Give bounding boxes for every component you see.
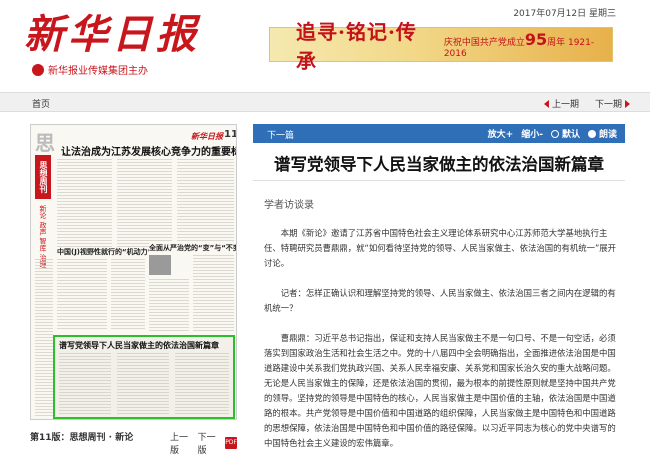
banner-number: 95 xyxy=(524,30,548,49)
thumbnail-headline-3[interactable]: 全面从严治党的“变”与“不变” xyxy=(149,243,236,253)
banner-main-text: 追寻·铭记·传承 xyxy=(296,19,417,73)
text-column xyxy=(149,279,189,331)
article-paragraph: 曹鼎鼎：习近平总书记指出，保证和支持人民当家做主不是一句口号、不是一句空话，必须… xyxy=(264,333,616,448)
home-link[interactable]: 首页 xyxy=(32,97,50,110)
thumbnail-section-band: 思想周刊 xyxy=(35,155,51,199)
thumbnail-photo xyxy=(149,255,171,275)
article-paragraph: 记者：怎样正确认识和理解坚持党的领导、人民当家做主、依法治国三者之间内在逻辑的有… xyxy=(264,288,616,313)
pdf-icon[interactable]: PDF xyxy=(225,437,237,449)
default-size-button[interactable]: 默认 xyxy=(550,127,580,140)
globe-icon xyxy=(32,63,44,76)
thumbnail-page-number: 11 xyxy=(224,129,237,140)
prev-page-link[interactable]: 上一版 xyxy=(170,430,192,456)
article-body: 本期《新论》邀请了江苏省中国特色社会主义理论体系研究中心江苏师范大学基地执行主任… xyxy=(264,226,619,451)
issue-date: 2017年07月12日 星期三 xyxy=(513,9,616,19)
newspaper-logo[interactable]: 新华日报 xyxy=(24,2,200,60)
text-column xyxy=(111,259,145,331)
text-column xyxy=(35,259,53,417)
arrow-left-icon xyxy=(543,99,549,108)
thumbnail-main-headline[interactable]: 让法治成为江苏发展核心竞争力的重要标志 xyxy=(61,143,236,158)
arrow-right-icon xyxy=(625,99,630,108)
text-column xyxy=(117,159,172,249)
page-navigation: 上一版 下一版 PDF xyxy=(170,430,237,456)
highlighted-headline: 谱写党领导下人民当家做主的依法治国新篇章 xyxy=(59,341,219,350)
highlighted-article-region[interactable]: 谱写党领导下人民当家做主的依法治国新篇章 xyxy=(53,335,235,419)
thumbnail-page-char: 思 xyxy=(35,131,55,155)
text-column xyxy=(57,159,112,249)
text-column xyxy=(175,353,229,415)
next-issue-link[interactable]: 下一期 xyxy=(595,97,630,110)
title-divider xyxy=(253,180,625,181)
zoom-out-button[interactable]: 缩小- xyxy=(521,127,543,140)
article-paragraph: 本期《新论》邀请了江苏省中国特色社会主义理论体系研究中心江苏师范大学基地执行主任… xyxy=(264,228,617,268)
read-aloud-button[interactable]: 朗读 xyxy=(587,127,617,140)
issue-section-label: 第11版：思想周刊 · 新论 xyxy=(30,433,134,443)
text-column xyxy=(57,259,107,331)
top-navbar: 首页 上一期 下一期 xyxy=(0,92,650,112)
thumbnail-logo: 新华日报 xyxy=(191,132,223,141)
commemoration-banner[interactable]: 追寻·铭记·传承 庆祝中国共产党成立95周年 1921-2016 xyxy=(269,20,613,73)
article-subtitle: 学者访谈录 xyxy=(264,200,314,211)
next-page-link[interactable]: 下一版 xyxy=(198,430,220,456)
article-title: 谱写党领导下人民当家做主的依法治国新篇章 xyxy=(274,155,604,174)
issue-navigation: 上一期 下一期 xyxy=(543,97,630,110)
article-toolbar: 下一篇 放大+ 缩小- 默认 朗读 xyxy=(253,124,625,143)
text-column xyxy=(177,159,234,249)
zoom-in-button[interactable]: 放大+ xyxy=(488,127,514,140)
text-column xyxy=(59,353,111,415)
magnifier-icon xyxy=(550,129,559,138)
next-article-link[interactable]: 下一篇 xyxy=(267,128,294,141)
text-column xyxy=(193,255,234,331)
thumbnail-headline-2[interactable]: 中国(J)视野性就行的“机动力” xyxy=(57,247,153,257)
banner-sub-text: 庆祝中国共产党成立95周年 1921-2016 xyxy=(443,30,595,59)
page-thumbnail[interactable]: 思 新华日报 11 让法治成为江苏发展核心竞争力的重要标志 思想周刊 新论 政声… xyxy=(30,124,237,420)
reading-tools: 放大+ 缩小- 默认 朗读 xyxy=(488,127,617,140)
page-footer: 第11版：思想周刊 · 新论 上一版 下一版 PDF xyxy=(30,426,237,456)
speaker-icon xyxy=(587,129,596,138)
publisher-line: 新华报业传媒集团主办 xyxy=(32,62,148,77)
text-column xyxy=(117,353,169,415)
prev-issue-link[interactable]: 上一期 xyxy=(543,97,579,110)
publisher-text: 新华报业传媒集团主办 xyxy=(48,66,148,77)
